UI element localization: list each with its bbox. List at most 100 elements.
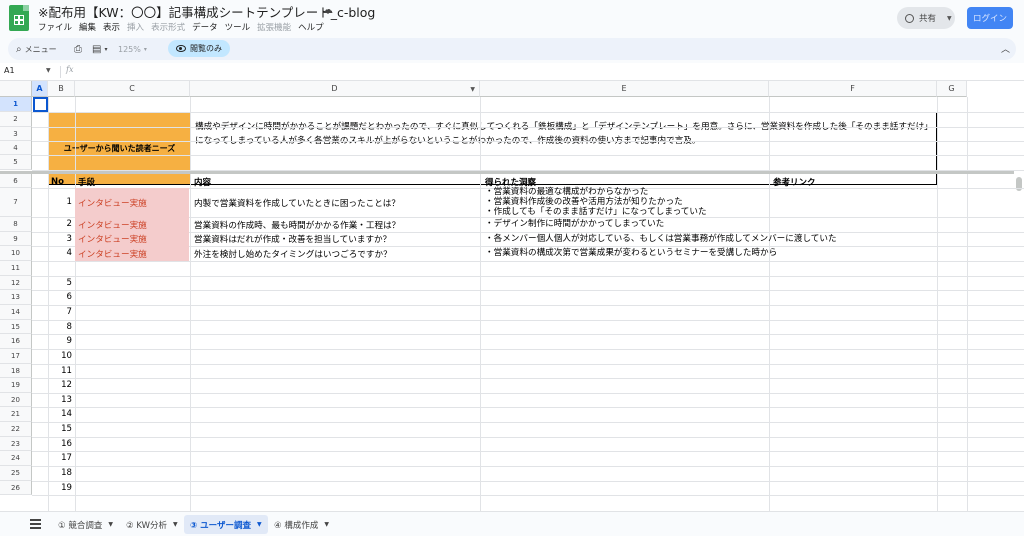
print-button[interactable]: ⎙ [74, 38, 82, 60]
row-number-cell: 5 [66, 278, 72, 288]
row-header-10[interactable]: 10 [0, 246, 32, 261]
chevron-down-icon[interactable]: ▼ [173, 521, 178, 528]
sheet-tab[interactable]: ② KW分析 ▼ [120, 515, 184, 534]
menu-bar: ファイル 編集 表示 挿入 表示形式 データ ツール 拡張機能 ヘルプ [38, 21, 324, 33]
method-cell: インタビュー実施 [75, 232, 189, 246]
row-gridline [32, 334, 1024, 335]
row-gridline [32, 422, 1024, 423]
row-header-5[interactable]: 5 [0, 155, 32, 170]
menu-item[interactable]: ツール [225, 21, 251, 33]
view-only-button[interactable]: 閲覧のみ [168, 40, 230, 57]
chevron-down-icon[interactable]: ▼ [108, 521, 113, 528]
menu-item[interactable]: 表示 [103, 21, 120, 33]
row-header-6[interactable]: 6 [0, 174, 32, 188]
row-number-cell: 13 [61, 395, 72, 405]
sheet-tab-label: ② KW分析 [126, 520, 167, 531]
filter-dropdown-icon[interactable]: ▼ [470, 86, 475, 93]
row-header-8[interactable]: 8 [0, 217, 32, 232]
insight-cell: ・営業資料の構成次第で営業成果が変わるというセミナーを受講した時から [482, 248, 1002, 263]
vertical-scrollbar[interactable] [1014, 177, 1024, 511]
view-only-label: 閲覧のみ [190, 44, 222, 53]
menu-item[interactable]: 表示形式 [151, 21, 185, 33]
sheets-logo-icon[interactable] [9, 5, 29, 31]
frozen-rows-divider[interactable] [0, 171, 1014, 174]
spreadsheet-grid[interactable]: ユーザーから聞いた読者ニーズ 構成やデザインに時間がかかることが課題だとわかった… [0, 81, 1024, 511]
row-header-9[interactable]: 9 [0, 232, 32, 246]
chevron-down-icon: ▾ [143, 45, 147, 53]
row-header-24[interactable]: 24 [0, 451, 32, 466]
column-header-d[interactable]: D ▼ [190, 81, 480, 97]
sheet-tab-label: ③ ユーザー調査 [190, 520, 251, 531]
insight-line: ・営業資料作成後の改善や活用方法が知りたかった [485, 197, 683, 207]
row-header-25[interactable]: 25 [0, 466, 32, 481]
row-header-3[interactable]: 3 [0, 127, 32, 141]
sheet-tab[interactable]: ③ ユーザー調査 ▼ [184, 515, 268, 534]
title-bar: ※配布用【KW：〇〇】記事構成シートテンプレート_c-blog ☁ ファイル 編集… [0, 0, 1024, 38]
sheet-tab-bar: ① 競合調査 ▼ ② KW分析 ▼ ③ ユーザー調査 ▼ ④ 構成作成 ▼ [0, 511, 1024, 536]
chevron-down-icon: ▼ [947, 14, 952, 22]
row-number-cell: 6 [66, 292, 72, 302]
insight-line: ・作成しても「そのまま話すだけ」になってしまっていた [485, 207, 707, 217]
row-header-23[interactable]: 23 [0, 437, 32, 451]
row-header-2[interactable]: 2 [0, 112, 32, 127]
row-header-13[interactable]: 13 [0, 290, 32, 305]
menu-item[interactable]: 拡張機能 [257, 21, 291, 33]
login-button[interactable]: ログイン [967, 7, 1013, 29]
row-header-18[interactable]: 18 [0, 364, 32, 378]
chevron-down-icon[interactable]: ▼ [46, 67, 51, 74]
row-header-1[interactable]: 1 [0, 97, 32, 112]
row-header-12[interactable]: 12 [0, 276, 32, 290]
sheet-tab[interactable]: ④ 構成作成 ▼ [268, 515, 335, 534]
row-header-7[interactable]: 7 [0, 188, 32, 217]
zoom-value: 125% [118, 44, 141, 54]
row-header-14[interactable]: 14 [0, 305, 32, 320]
row-number-cell: 14 [61, 409, 72, 419]
menu-item[interactable]: 編集 [79, 21, 96, 33]
column-header-c[interactable]: C [75, 81, 190, 97]
selected-cell-a1[interactable] [33, 97, 48, 112]
menu-item[interactable]: ヘルプ [298, 21, 324, 33]
row-header-4[interactable]: 4 [0, 141, 32, 155]
cloud-status-icon[interactable]: ☁ [322, 3, 333, 16]
menu-item[interactable]: データ [192, 21, 218, 33]
toolbar: ⌕ メニュー ⎙ ▤ ▾ 125% ▾ 閲覧のみ ︿ [8, 38, 1016, 60]
row-header-21[interactable]: 21 [0, 407, 32, 422]
globe-icon [905, 13, 914, 23]
column-header-g[interactable]: G [937, 81, 967, 97]
zoom-select[interactable]: 125% ▾ [118, 38, 147, 60]
select-all-corner[interactable] [0, 81, 32, 97]
column-header-b[interactable]: B [48, 81, 75, 97]
chevron-down-icon[interactable]: ▼ [324, 521, 329, 528]
row-header-11[interactable]: 11 [0, 261, 32, 276]
row-number-cell: 7 [66, 307, 72, 317]
row-header-17[interactable]: 17 [0, 349, 32, 364]
row-gridline [32, 437, 1024, 438]
menu-search-button[interactable]: ⌕ メニュー [16, 38, 57, 60]
insight-cell: ・各メンバー個人個人が対応している、もしくは営業事務が作成してメンバーに渡してい… [482, 234, 1002, 248]
row-header-22[interactable]: 22 [0, 422, 32, 437]
column-gridline [190, 97, 191, 511]
menu-item[interactable]: ファイル [38, 21, 72, 33]
menu-item[interactable]: 挿入 [127, 21, 144, 33]
sheet-tab[interactable]: ① 競合調査 ▼ [52, 515, 119, 534]
column-header-f[interactable]: F [769, 81, 937, 97]
format-paint-button[interactable]: ▤ ▾ [92, 38, 107, 60]
chevron-down-icon[interactable]: ▼ [257, 521, 262, 528]
formula-bar: A1 ▼ fx [0, 63, 1024, 81]
row-header-26[interactable]: 26 [0, 481, 32, 495]
row-header-16[interactable]: 16 [0, 334, 32, 349]
row-gridline [32, 407, 1024, 408]
column-gridline [937, 97, 938, 511]
row-header-15[interactable]: 15 [0, 320, 32, 334]
divider [60, 66, 61, 78]
row-gridline [32, 305, 1024, 306]
column-header-e[interactable]: E [480, 81, 769, 97]
row-header-19[interactable]: 19 [0, 378, 32, 393]
share-button[interactable]: 共有 ▼ [897, 7, 955, 29]
all-sheets-menu-icon[interactable] [30, 519, 41, 529]
row-number-cell: 17 [61, 453, 72, 463]
row-header-20[interactable]: 20 [0, 393, 32, 407]
chevron-up-icon[interactable]: ︿ [1001, 42, 1010, 55]
row-number-cell: 18 [61, 468, 72, 478]
column-header-a[interactable]: A [32, 81, 48, 97]
